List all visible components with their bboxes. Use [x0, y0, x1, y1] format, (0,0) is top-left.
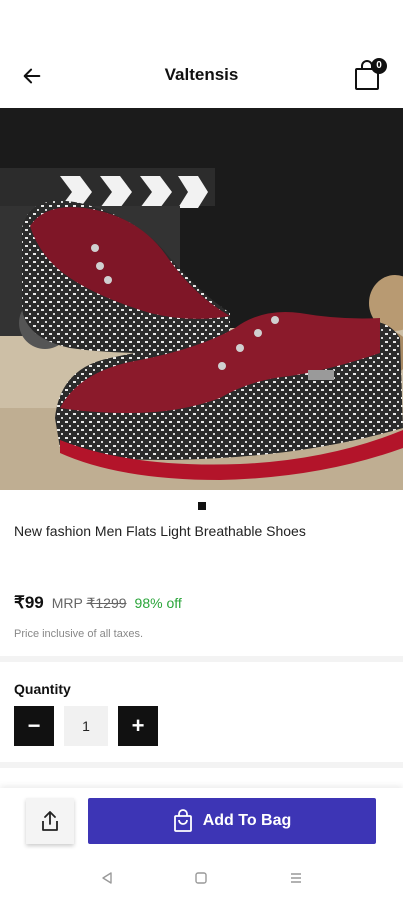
add-to-bag-label: Add To Bag [202, 812, 292, 829]
price-row: ₹99 MRP ₹1299 98% off [14, 593, 182, 613]
decrease-quantity-button[interactable]: − [14, 706, 54, 746]
sale-price: ₹99 [14, 593, 44, 612]
bag-button[interactable]: 0 [353, 58, 387, 92]
carousel-dot[interactable] [197, 502, 206, 510]
triangle-back-icon [102, 872, 112, 884]
app-header: Valtensis 0 [0, 52, 403, 100]
tax-note: Price inclusive of all taxes. [14, 628, 143, 640]
bag-count-badge: 0 [371, 58, 387, 74]
product-name: New fashion Men Flats Light Breathable S… [14, 523, 306, 539]
section-divider [0, 762, 403, 768]
section-divider [0, 656, 403, 662]
share-icon [42, 811, 58, 831]
mrp-label: MRP [51, 595, 83, 611]
nav-menu-button[interactable] [284, 866, 308, 890]
image-carousel-indicator [0, 497, 403, 510]
bottom-action-bar: Add To Bag [0, 788, 403, 856]
square-home-icon [195, 872, 208, 884]
quantity-label: Quantity [14, 681, 71, 697]
shoe-photo [0, 108, 403, 490]
mrp-value: ₹1299 [86, 595, 127, 611]
add-to-bag-button[interactable]: Add To Bag [88, 798, 376, 844]
quantity-value: 1 [64, 706, 108, 746]
discount-badge: 98% off [134, 595, 182, 611]
mrp: MRP ₹1299 [52, 595, 127, 612]
shopping-bag-icon [173, 809, 192, 832]
product-image[interactable] [0, 108, 403, 490]
nav-back-button[interactable] [95, 866, 119, 890]
nav-home-button[interactable] [189, 866, 213, 890]
menu-lines-icon [290, 873, 301, 883]
system-nav-bar [0, 856, 403, 900]
page-title: Valtensis [164, 65, 239, 84]
share-button[interactable] [26, 798, 74, 844]
increase-quantity-button[interactable]: + [118, 706, 158, 746]
quantity-stepper: − 1 + [14, 706, 158, 746]
